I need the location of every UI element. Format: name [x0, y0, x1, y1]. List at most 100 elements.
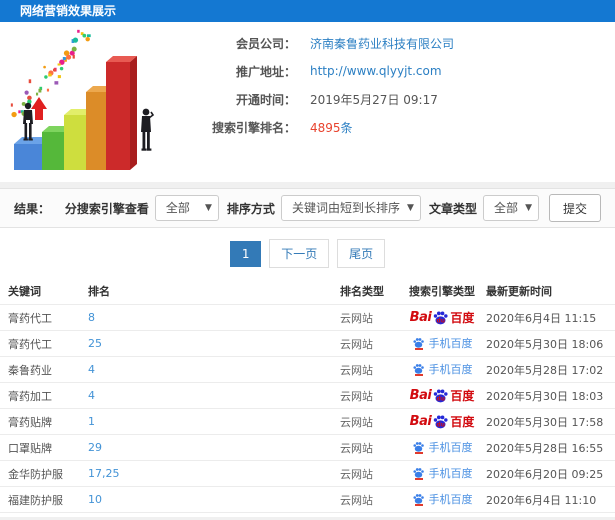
rank-type-cell: 云网站	[340, 389, 373, 403]
engine-cell: 手机百度	[398, 465, 486, 482]
updated-cell: 2020年6月20日 09:25	[486, 467, 604, 481]
open-time-value: 2019年5月27日 09:17	[310, 92, 438, 107]
chevron-down-icon: ▼	[525, 203, 532, 213]
engine-cell: Bai du 百度	[398, 309, 486, 326]
baidu-paw-icon: du	[432, 414, 449, 430]
header-keyword: 关键词	[8, 284, 41, 298]
baidu-logo-bai-text: Bai	[409, 414, 432, 429]
rank-type-cell: 云网站	[340, 311, 373, 325]
rank-link[interactable]: 8	[88, 311, 95, 324]
engine-cell: Bai du 百度	[398, 387, 486, 404]
mobile-baidu-underline	[414, 478, 423, 480]
last-page-button[interactable]: 尾页	[337, 239, 386, 268]
updated-cell: 2020年6月4日 11:15	[486, 311, 597, 325]
chevron-down-icon: ▼	[407, 203, 414, 213]
rank-link[interactable]: 29	[88, 441, 102, 454]
info-section: 会员公司： 济南秦鲁药业科技有限公司 推广地址： http://www.qlyy…	[0, 22, 615, 182]
baidu-logo-bai-text: Bai	[409, 310, 432, 325]
svg-text:du: du	[437, 395, 446, 402]
company-label: 会员公司：	[235, 36, 296, 51]
rank-link[interactable]: 1	[88, 415, 95, 428]
rank-type-cell: 云网站	[340, 441, 373, 455]
info-row-url: 推广地址： http://www.qlyyjt.com	[178, 62, 454, 80]
rank-link[interactable]: 4	[88, 389, 95, 402]
info-row-ranking-count: 搜索引擎排名： 4895条	[178, 118, 454, 136]
titlebar: 网络营销效果展示	[0, 0, 615, 22]
updated-cell: 2020年5月30日 18:06	[486, 337, 604, 351]
table-row: 膏药代工 8 云网站 Bai du 百度 2020年6月4日 11:15	[0, 305, 615, 331]
keyword-cell: 膏药贴牌	[8, 415, 52, 429]
sort-select-value: 关键词由短到长排序	[291, 201, 400, 215]
header-rank: 排名	[88, 284, 110, 298]
article-type-select[interactable]: 全部 ▼	[482, 195, 539, 221]
ranking-count-number: 4895	[310, 120, 341, 135]
mobile-baidu-paw-icon	[412, 493, 425, 506]
keyword-cell: 口罩贴牌	[8, 441, 52, 455]
promo-url-label: 推广地址：	[235, 64, 296, 79]
info-fields: 会员公司： 济南秦鲁药业科技有限公司 推广地址： http://www.qlyy…	[178, 22, 454, 182]
results-table: 关键词 排名 排名类型 搜索引擎类型 最新更新时间 膏药代工 8 云网站 Bai	[0, 277, 615, 517]
keyword-cell: 金华防护服	[8, 467, 63, 481]
table-row: 福建防护服 10 云网站 手机百度 2020年6月4日 11:10	[0, 487, 615, 513]
table-row: 膏药加工 4 云网站 Bai du 百度 2020年5月30日 18:03	[0, 383, 615, 409]
updated-cell: 2020年5月28日 17:02	[486, 363, 604, 377]
rank-link[interactable]: 10	[88, 493, 102, 506]
mobile-baidu-underline	[414, 504, 423, 506]
table-row: 膏药贴牌 1 云网站 Bai du 百度 2020年5月30日 17:58	[0, 409, 615, 435]
engine-cell: 手机百度	[398, 361, 486, 378]
submit-button[interactable]: 提交	[548, 194, 601, 222]
bar-chart-image	[10, 29, 155, 170]
rank-link[interactable]: 25	[88, 337, 102, 350]
keyword-cell: 福建防护服	[8, 493, 63, 507]
mobile-baidu-underline	[414, 374, 423, 376]
sort-label: 排序方式	[226, 201, 275, 216]
rank-type-cell: 云网站	[340, 363, 373, 377]
bar-chart-illustration	[0, 22, 178, 176]
rank-type-cell: 云网站	[340, 337, 373, 351]
mobile-baidu-logo: 手机百度	[412, 361, 473, 377]
chevron-down-icon: ▼	[205, 203, 212, 213]
page-1-button[interactable]: 1	[229, 241, 262, 267]
promo-url-link[interactable]: http://www.qlyyjt.com	[310, 64, 442, 78]
mobile-baidu-logo: 手机百度	[412, 439, 473, 455]
table-row: 口罩贴牌 29 云网站 手机百度 2020年5月28日 16:55	[0, 435, 615, 461]
mobile-baidu-paw-icon	[412, 441, 425, 454]
next-page-button[interactable]: 下一页	[269, 239, 330, 268]
page-title: 网络营销效果展示	[20, 4, 117, 18]
mobile-baidu-paw-icon	[412, 337, 425, 350]
company-link[interactable]: 济南秦鲁药业科技有限公司	[310, 35, 454, 52]
table-body: 膏药代工 8 云网站 Bai du 百度 2020年6月4日 11:15 膏药代…	[0, 305, 615, 513]
mobile-baidu-logo: 手机百度	[412, 465, 473, 481]
engine-cell: 手机百度	[398, 335, 486, 352]
baidu-paw-icon: du	[432, 310, 449, 326]
ranking-count-label: 搜索引擎排名：	[211, 120, 296, 135]
baidu-logo-cn-text: 百度	[450, 311, 475, 325]
filter-bar: 结果： 分搜索引擎查看 全部 ▼ 排序方式 关键词由短到长排序 ▼ 文章类型 全…	[0, 188, 615, 228]
sort-select[interactable]: 关键词由短到长排序 ▼	[280, 195, 421, 221]
mobile-baidu-logo: 手机百度	[412, 335, 473, 351]
ranking-count-value: 4895条	[310, 119, 353, 136]
updated-cell: 2020年5月30日 17:58	[486, 415, 604, 429]
baidu-logo-cn-text: 百度	[450, 415, 475, 429]
engine-cell: 手机百度	[398, 491, 486, 508]
table-header: 关键词 排名 排名类型 搜索引擎类型 最新更新时间	[0, 277, 615, 305]
open-time-label: 开通时间：	[235, 92, 296, 107]
keyword-cell: 膏药代工	[8, 337, 52, 351]
baidu-logo: Bai du 百度	[410, 309, 475, 326]
pagination: 1 下一页 尾页	[0, 228, 615, 275]
updated-cell: 2020年5月28日 16:55	[486, 441, 604, 455]
mobile-baidu-paw-icon	[412, 467, 425, 480]
keyword-cell: 秦鲁药业	[8, 363, 52, 377]
baidu-logo-cn-text: 百度	[450, 389, 475, 403]
rank-link[interactable]: 17,25	[88, 467, 120, 480]
results-section: 1 下一页 尾页 关键词 排名 排名类型 搜索引擎类型 最新更新时间 膏药代工 …	[0, 228, 615, 517]
engine-select[interactable]: 全部 ▼	[154, 195, 219, 221]
keyword-cell: 膏药代工	[8, 311, 52, 325]
ranking-count-suffix: 条	[340, 120, 353, 135]
keyword-cell: 膏药加工	[8, 389, 52, 403]
mobile-baidu-text: 手机百度	[428, 337, 473, 350]
header-updated: 最新更新时间	[486, 284, 552, 298]
svg-text:du: du	[437, 421, 446, 428]
rank-type-cell: 云网站	[340, 467, 373, 481]
rank-link[interactable]: 4	[88, 363, 95, 376]
